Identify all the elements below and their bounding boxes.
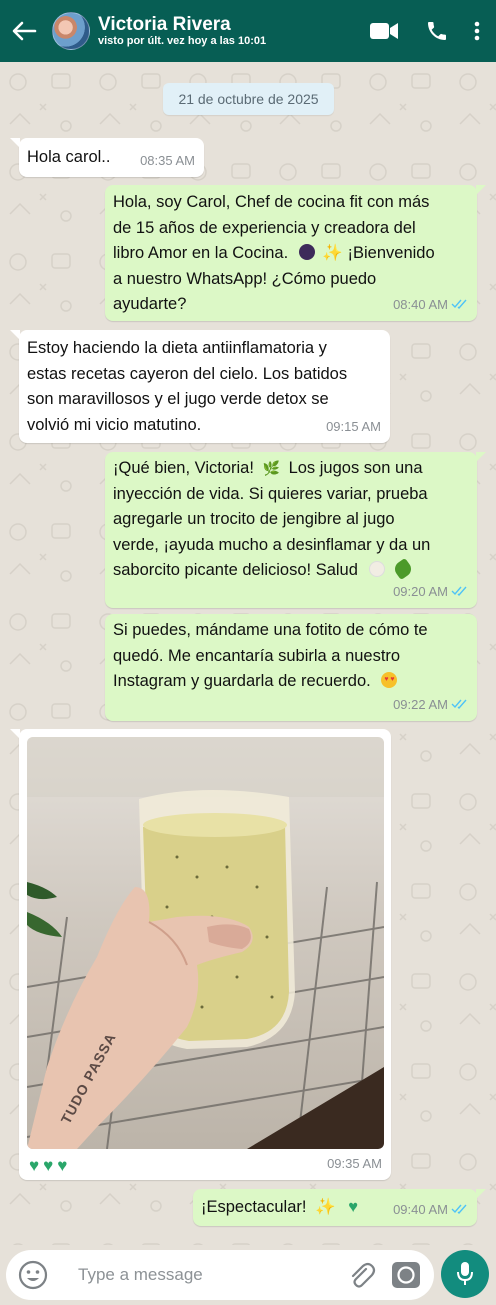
message-line-part: Instagram y guardarla de recuerdo. — [113, 672, 371, 690]
message-line: agregarle un trocito de jengibre al jugo — [113, 510, 395, 528]
chat-area[interactable]: 21 de octubre de 2025 Hola carol.. 08:35… — [0, 62, 496, 1245]
more-options-button[interactable] — [462, 9, 492, 53]
read-ticks-icon — [451, 1204, 467, 1215]
video-call-icon — [370, 23, 398, 39]
last-seen-status: visto por últ. vez hoy a las 10:01 — [98, 35, 267, 47]
chef-emoji-icon — [298, 244, 315, 260]
message-input[interactable]: Type a message — [78, 1265, 340, 1285]
message-time: 09:20 AM — [393, 583, 448, 599]
sparkles-emoji-icon: ✨ — [315, 1198, 336, 1216]
message-text: Si puedes, mándame una fotito de cómo te… — [113, 618, 469, 695]
message-incoming[interactable]: Hola carol.. 08:35 AM — [10, 138, 204, 177]
message-line: inyección de vida. Si quieres variar, pr… — [113, 484, 428, 503]
emoji-button[interactable] — [8, 1250, 58, 1300]
message-outgoing[interactable]: Hola, soy Carol, Chef de cocina fit con … — [105, 185, 486, 321]
message-line: Hola, soy Carol, Chef de cocina fit con … — [113, 193, 430, 211]
message-outgoing[interactable]: ¡Espectacular! ✨ ♥ 09:40 AM — [193, 1189, 486, 1226]
back-arrow-icon — [12, 21, 37, 41]
contact-info[interactable]: Victoria Rivera visto por últ. vez hoy a… — [98, 15, 268, 47]
message-line: verde, ¡ayuda mucho a desinflamar y da u… — [113, 535, 431, 554]
avatar[interactable] — [52, 12, 90, 50]
back-button[interactable] — [2, 0, 46, 62]
video-call-button[interactable] — [362, 9, 406, 53]
message-line-part: Los jugos son una — [288, 459, 423, 477]
message-line: estas recetas cayeron del cielo. Los bat… — [27, 364, 348, 383]
camera-icon — [392, 1262, 420, 1288]
message-meta: 08:40 AM — [393, 292, 468, 318]
message-outgoing[interactable]: ¡Qué bien, Victoria! 🌿 Los jugos son una… — [105, 452, 486, 608]
microphone-icon — [457, 1262, 473, 1285]
toast-emoji-icon — [368, 561, 385, 577]
message-line-part: ¡Bienvenido — [347, 244, 435, 262]
cucumber-emoji-icon — [391, 557, 415, 581]
message-time: 08:40 AM — [393, 296, 448, 312]
message-time: 08:35 AM — [140, 152, 195, 168]
message-line: de 15 años de experiencia y creadora del — [113, 218, 416, 237]
compose-bar: Type a message — [0, 1245, 496, 1305]
photo-smoothie-illustration: TUDO PASSA — [27, 737, 384, 1149]
message-line: son maravillosos y el jugo verde detox s… — [27, 390, 329, 408]
read-ticks-icon — [451, 586, 467, 597]
message-outgoing[interactable]: Si puedes, mándame una fotito de cómo te… — [105, 614, 477, 721]
read-ticks-icon — [451, 699, 467, 710]
shared-photo[interactable]: TUDO PASSA — [27, 737, 384, 1149]
message-time: 09:40 AM — [393, 1201, 448, 1217]
chat-header: Victoria Rivera visto por últ. vez hoy a… — [0, 0, 496, 62]
message-line-part: saborcito picante delicioso! Salud — [113, 561, 358, 579]
message-line: a nuestro WhatsApp! ¿Cómo puedo — [113, 269, 377, 288]
message-line: ¡Qué bien, Victoria! 🌿 Los jugos son una — [113, 456, 469, 482]
message-meta: 09:22 AM — [393, 692, 468, 718]
more-options-icon — [474, 21, 480, 41]
heart-eyes-emoji-icon: ♥ ♥ — [381, 672, 398, 688]
message-meta: 08:35 AM — [140, 148, 195, 174]
message-line-part: ¡Qué bien, Victoria! — [113, 459, 254, 477]
attach-button[interactable] — [340, 1250, 382, 1300]
date-divider: 21 de octubre de 2025 — [163, 83, 334, 115]
message-input-container[interactable]: Type a message — [6, 1250, 434, 1300]
message-meta: 09:40 AM — [393, 1197, 468, 1223]
green-heart-emoji-icon: ♥ — [348, 1198, 358, 1216]
message-incoming-image[interactable]: TUDO PASSA ♥♥♥ 09:35 AM — [10, 729, 391, 1180]
message-line: Estoy haciendo la dieta antiinflamatoria… — [27, 339, 327, 357]
sparkles-emoji-icon: ✨ — [322, 244, 343, 262]
message-incoming[interactable]: Estoy haciendo la dieta antiinflamatoria… — [10, 330, 390, 443]
message-time: 09:15 AM — [326, 418, 381, 434]
message-line-part: libro Amor en la Cocina. — [113, 244, 289, 262]
message-time: 09:22 AM — [393, 696, 448, 712]
message-line: Si puedes, mándame una fotito de cómo te — [113, 621, 428, 639]
message-text: ¡Qué bien, Victoria! 🌿 Los jugos son una… — [113, 456, 469, 584]
camera-button[interactable] — [382, 1250, 430, 1300]
green-hearts-emoji-icon: ♥♥♥ — [29, 1156, 72, 1175]
paperclip-icon — [351, 1262, 376, 1288]
message-line: quedó. Me encantaría subirla a nuestro — [113, 646, 401, 665]
phone-icon — [428, 22, 446, 40]
read-ticks-icon — [451, 299, 467, 310]
message-time: 09:35 AM — [327, 1155, 382, 1171]
contact-name: Victoria Rivera — [98, 14, 231, 35]
message-meta: 09:20 AM — [393, 579, 468, 605]
herb-emoji-icon: 🌿 — [262, 460, 280, 476]
message-line: libro Amor en la Cocina. ✨ ¡Bienvenido — [113, 241, 469, 267]
message-meta: 09:15 AM — [326, 414, 381, 440]
message-line-part: ¡Espectacular! — [201, 1198, 307, 1216]
emoji-icon — [18, 1260, 48, 1290]
message-meta: 09:35 AM — [327, 1151, 382, 1177]
voice-call-button[interactable] — [415, 9, 459, 53]
voice-message-button[interactable] — [441, 1250, 489, 1298]
